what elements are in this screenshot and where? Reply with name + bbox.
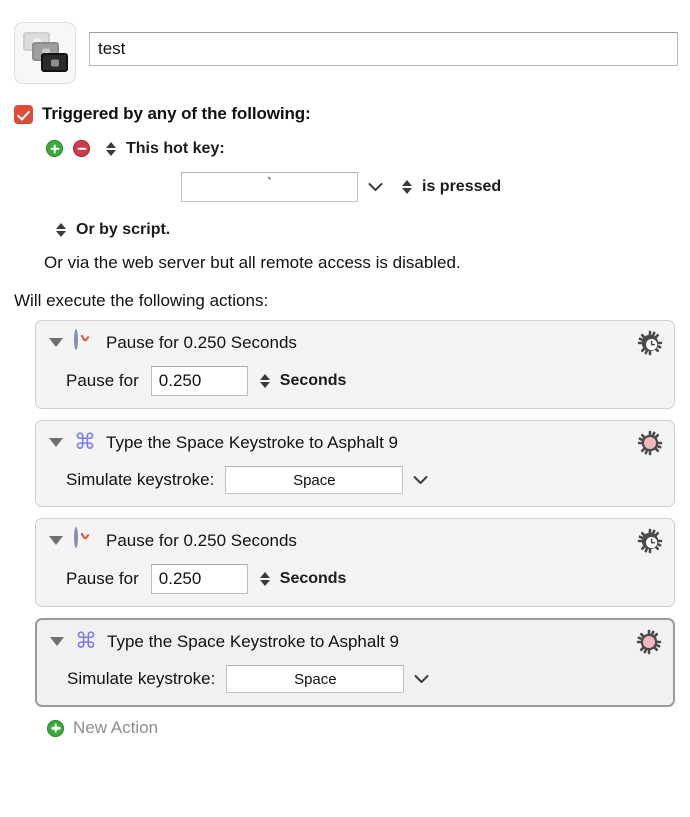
action-header: ⌘ Type the Space Keystroke to Asphalt 9 (37, 628, 673, 655)
action-row-selected[interactable]: ⌘ Type the Space Keystroke to Asphalt 9 (35, 618, 675, 707)
command-icon: ⌘ (75, 629, 97, 654)
action-title: Pause for 0.250 Seconds (106, 332, 297, 352)
action-body: Pause for 0.250 Seconds (36, 552, 674, 594)
script-stepper-icon[interactable] (54, 220, 67, 239)
disclosure-triangle-icon[interactable] (49, 536, 63, 545)
action-row[interactable]: Pause for 0.250 Seconds Pause for 0.250 … (35, 320, 675, 409)
hotkey-value: ` (267, 175, 272, 192)
chevron-down-icon[interactable] (413, 674, 430, 684)
disclosure-triangle-icon[interactable] (49, 338, 63, 347)
clock-icon (74, 527, 97, 552)
macro-name-input[interactable]: test (89, 32, 678, 66)
hotkey-trigger-label: This hot key: (126, 139, 225, 157)
action-title: Type the Space Keystroke to Asphalt 9 (107, 631, 400, 651)
trigger-checkbox-row[interactable]: Triggered by any of the following: (14, 104, 678, 124)
gear-pink-icon[interactable] (636, 629, 662, 655)
hotkey-input[interactable]: ` (181, 172, 358, 202)
chevron-down-icon[interactable] (412, 475, 429, 485)
new-action-label: New Action (73, 718, 159, 737)
minus-circle-icon[interactable] (73, 140, 90, 157)
modifier-label: is pressed (422, 178, 502, 195)
modifier-stepper-icon[interactable] (400, 178, 413, 197)
macro-keycaps-icon[interactable] (14, 22, 76, 84)
pause-duration-value: 0.250 (158, 569, 202, 588)
action-body: Pause for 0.250 Seconds (36, 354, 674, 396)
web-server-note: Or via the web server but all remote acc… (44, 253, 461, 272)
action-row[interactable]: ⌘ Type the Space Keystroke to Asphalt 9 (35, 420, 675, 507)
keystroke-value: Space (293, 471, 336, 489)
keystroke-value: Space (294, 670, 337, 688)
script-trigger-row: Or by script. (14, 220, 678, 239)
action-body-label: Pause for (66, 371, 139, 390)
keycap-front (41, 53, 68, 72)
action-body: Simulate keystroke: Space (36, 454, 674, 494)
hotkey-trigger-row: This hot key: (14, 139, 678, 158)
action-title: Pause for 0.250 Seconds (106, 530, 297, 550)
action-body-label: Simulate keystroke: (67, 669, 216, 688)
pause-unit-label: Seconds (279, 570, 347, 587)
pause-duration-input[interactable]: 0.250 (150, 564, 248, 594)
action-title: Type the Space Keystroke to Asphalt 9 (106, 432, 399, 452)
gear-clock-icon[interactable] (637, 528, 663, 554)
action-row[interactable]: Pause for 0.250 Seconds Pause for 0.250 … (35, 518, 675, 607)
pause-duration-value: 0.250 (158, 371, 202, 390)
action-header: ⌘ Type the Space Keystroke to Asphalt 9 (36, 429, 674, 456)
command-icon: ⌘ (74, 430, 96, 455)
disclosure-triangle-icon[interactable] (50, 637, 64, 646)
new-action-button[interactable]: New Action (47, 718, 690, 738)
macro-name-value: test (98, 39, 126, 58)
chevron-down-icon[interactable] (367, 182, 384, 192)
action-header: Pause for 0.250 Seconds (36, 329, 674, 356)
action-body-label: Pause for (66, 569, 139, 588)
plus-circle-icon (47, 719, 64, 737)
action-body-label: Simulate keystroke: (66, 470, 215, 489)
trigger-section: Triggered by any of the following: This … (0, 104, 690, 273)
action-header: Pause for 0.250 Seconds (36, 527, 674, 554)
action-body: Simulate keystroke: Space (37, 653, 673, 693)
hotkey-row: ` is pressed (14, 172, 678, 202)
gear-pink-icon[interactable] (637, 430, 663, 456)
macro-header: test (0, 0, 690, 84)
pause-unit-stepper-icon[interactable] (259, 570, 272, 589)
keystroke-select[interactable]: Space (226, 665, 405, 693)
plus-circle-icon[interactable] (46, 140, 63, 157)
keystroke-select[interactable]: Space (225, 466, 404, 494)
clock-icon (74, 329, 97, 354)
hotkey-trigger-stepper-icon[interactable] (104, 139, 117, 158)
macro-editor-panel: test Triggered by any of the following: … (0, 0, 690, 817)
trigger-checkbox[interactable] (14, 104, 33, 124)
script-trigger-label: Or by script. (76, 220, 171, 238)
disclosure-triangle-icon[interactable] (49, 438, 63, 447)
actions-list: Pause for 0.250 Seconds Pause for 0.250 … (35, 320, 675, 707)
actions-header: Will execute the following actions: (14, 291, 269, 310)
pause-duration-input[interactable]: 0.250 (150, 366, 248, 396)
pause-unit-stepper-icon[interactable] (259, 372, 272, 391)
gear-clock-icon[interactable] (637, 330, 663, 356)
pause-unit-label: Seconds (279, 372, 347, 389)
trigger-checkbox-label: Triggered by any of the following: (42, 104, 311, 123)
